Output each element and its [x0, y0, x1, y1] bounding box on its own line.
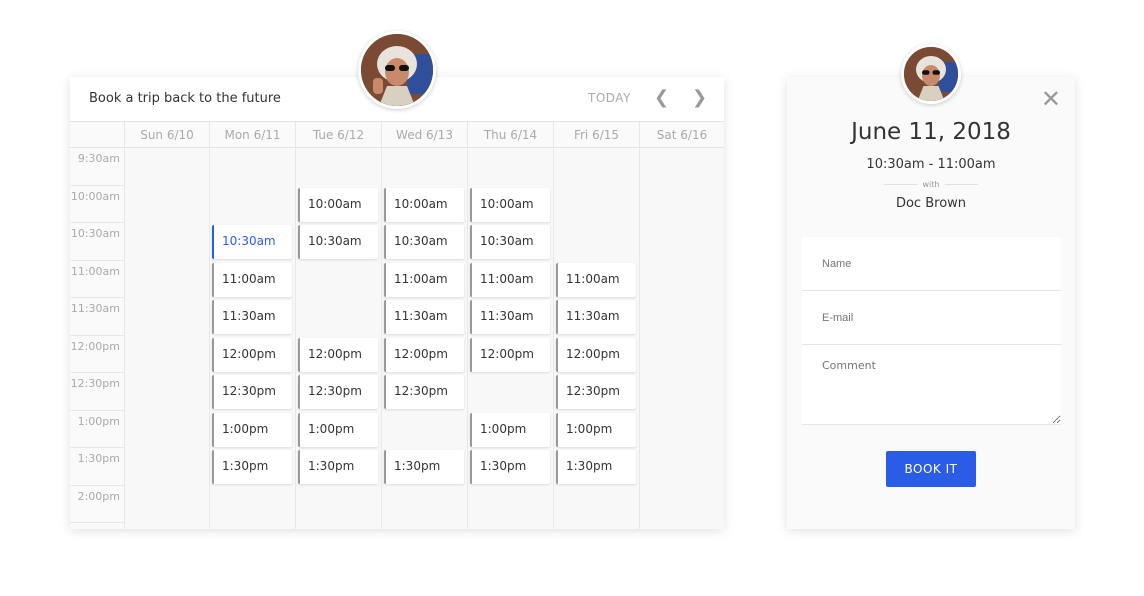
time-slot[interactable]: 11:00am: [384, 262, 464, 297]
time-label: 12:30pm: [70, 373, 124, 411]
time-slot[interactable]: 1:30pm: [556, 450, 636, 484]
booking-panel: ✕ June 11, 2018 10:30am - 11:00am with D…: [787, 77, 1075, 529]
time-slot[interactable]: 10:00am: [470, 187, 550, 222]
time-slot[interactable]: 12:30pm: [384, 375, 464, 409]
time-slot[interactable]: 12:30pm: [298, 375, 378, 409]
time-label: 11:30am: [70, 298, 124, 336]
comment-input[interactable]: [802, 345, 1061, 425]
day-header: Sun 6/10: [124, 122, 209, 148]
chevron-right-icon[interactable]: ❯: [692, 87, 707, 108]
with-label: with: [787, 180, 1075, 189]
calendar-card: Book a trip back to the future TODAY ❮ ❯…: [70, 77, 724, 529]
day-header-row: Sun 6/10 Mon 6/11 Tue 6/12 Wed 6/13 Thu 6/14…: [70, 122, 724, 148]
time-label: 10:00am: [70, 185, 124, 223]
booking-date: June 11, 2018: [851, 119, 1011, 145]
day-header: Thu 6/14: [467, 122, 553, 148]
host-avatar: [358, 31, 436, 109]
time-slot[interactable]: 11:00am: [470, 262, 550, 297]
time-slot[interactable]: 11:00am: [556, 262, 636, 297]
time-slot[interactable]: 10:30am: [470, 225, 550, 259]
day-header: Tue 6/12: [295, 122, 381, 148]
close-icon[interactable]: ✕: [1041, 85, 1061, 113]
today-button[interactable]: TODAY: [588, 91, 631, 105]
time-label: 2:30pm: [70, 523, 124, 529]
day-header: Sat 6/16: [639, 122, 724, 148]
time-slot[interactable]: 10:30am: [212, 225, 292, 259]
host-avatar-small: [901, 44, 961, 104]
time-slot[interactable]: 11:00am: [212, 262, 292, 297]
time-slot[interactable]: 11:30am: [556, 300, 636, 334]
day-column: [639, 148, 724, 529]
time-slot[interactable]: 10:30am: [298, 225, 378, 259]
time-label: 12:00pm: [70, 335, 124, 373]
time-label: 1:30pm: [70, 448, 124, 486]
time-label: 2:00pm: [70, 485, 124, 523]
time-slot[interactable]: 11:30am: [470, 300, 550, 334]
time-slot[interactable]: 12:00pm: [212, 337, 292, 372]
book-it-button[interactable]: BOOK IT: [886, 451, 976, 487]
time-grid: 9:30am 10:00am 10:30am 11:00am 11:30am 12:00p…: [70, 148, 724, 529]
calendar-title: Book a trip back to the future: [89, 91, 281, 106]
day-header: Wed 6/13: [381, 122, 467, 148]
email-input[interactable]: [802, 291, 1061, 345]
time-label: 1:00pm: [70, 410, 124, 448]
time-slot[interactable]: 12:30pm: [212, 375, 292, 409]
day-header: Mon 6/11: [209, 122, 295, 148]
time-slot[interactable]: 12:30pm: [556, 375, 636, 409]
time-slot[interactable]: 10:00am: [298, 187, 378, 222]
time-slot[interactable]: 1:00pm: [556, 412, 636, 447]
chevron-left-icon[interactable]: ❮: [654, 87, 669, 108]
time-label: 10:30am: [70, 223, 124, 261]
time-slot[interactable]: 12:00pm: [384, 337, 464, 372]
time-slot[interactable]: 1:30pm: [470, 450, 550, 484]
time-slot[interactable]: 10:00am: [384, 187, 464, 222]
time-slot[interactable]: 1:00pm: [298, 412, 378, 447]
time-slot[interactable]: 1:00pm: [212, 412, 292, 447]
booking-time: 10:30am - 11:00am: [866, 157, 996, 172]
time-slot[interactable]: 1:00pm: [470, 412, 550, 447]
time-label: 11:00am: [70, 260, 124, 298]
time-slot[interactable]: 12:00pm: [470, 337, 550, 372]
time-slot[interactable]: 10:30am: [384, 225, 464, 259]
name-input[interactable]: [802, 237, 1061, 291]
time-slot[interactable]: 1:30pm: [384, 450, 464, 484]
time-slot[interactable]: 12:00pm: [556, 337, 636, 372]
day-column: [124, 148, 209, 529]
time-slot[interactable]: 12:00pm: [298, 337, 378, 372]
time-slot[interactable]: 11:30am: [384, 300, 464, 334]
time-slot[interactable]: 1:30pm: [212, 450, 292, 484]
time-slot[interactable]: 11:30am: [212, 300, 292, 334]
time-slot[interactable]: 1:30pm: [298, 450, 378, 484]
day-header: Fri 6/15: [553, 122, 639, 148]
time-label: 9:30am: [70, 148, 124, 186]
host-name: Doc Brown: [895, 196, 967, 211]
